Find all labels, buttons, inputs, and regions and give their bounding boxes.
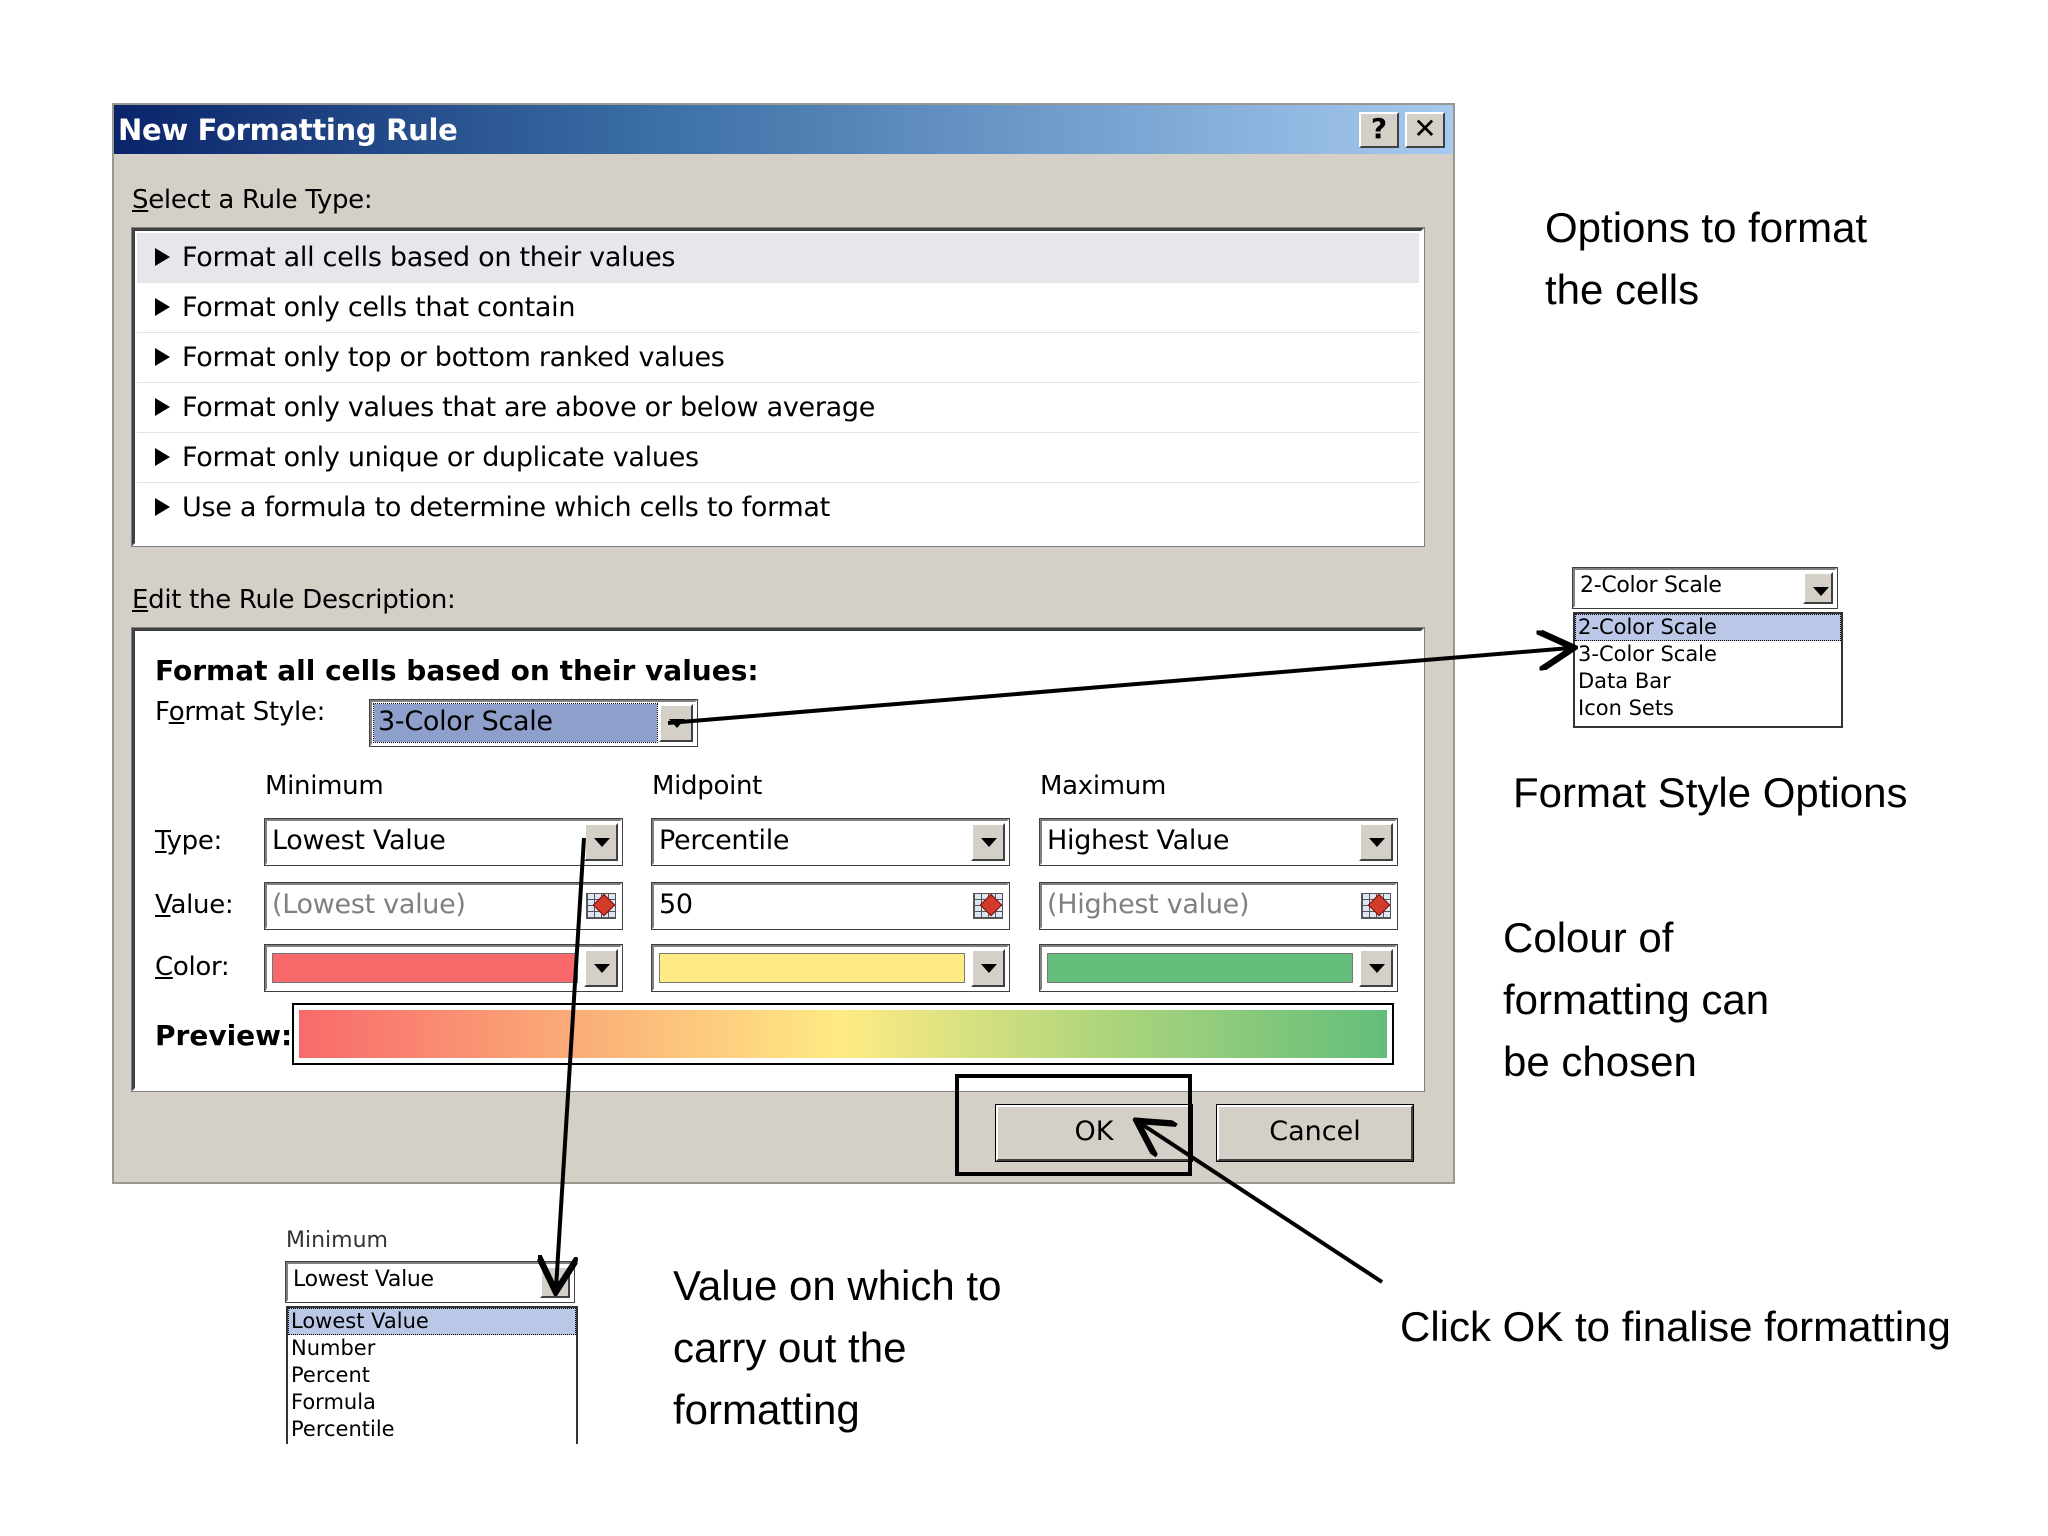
arrow-to-format-style-options <box>667 648 1570 725</box>
arrow-to-minimum-options <box>556 837 586 1288</box>
arrow-to-ok-button <box>1140 1123 1384 1284</box>
annotation-arrows <box>0 0 2048 1536</box>
